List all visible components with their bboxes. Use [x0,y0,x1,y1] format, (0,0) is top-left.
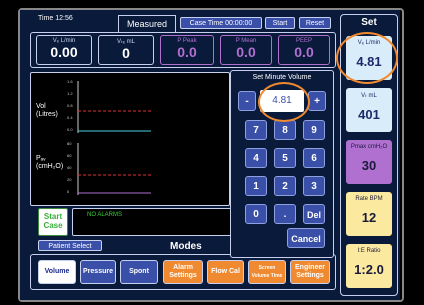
set-tile-label: Rate BPM [355,196,383,202]
measured-tile: PEEP 0.0 [278,35,330,65]
measured-label: Vₜₑ mL [116,39,135,45]
waveform-graph [77,81,151,195]
set-tile-label: Pmax cmH₂O [350,144,388,150]
set-tile-label: Vₜ mL [361,93,377,99]
key-6[interactable]: 6 [303,148,325,168]
key-5[interactable]: 5 [274,148,296,168]
key-1[interactable]: 1 [245,176,267,196]
reset-button[interactable]: Reset [299,17,331,29]
modes-title: Modes [170,241,202,252]
mode-flow-cal-button[interactable]: Flow Cal [207,260,244,284]
set-tile[interactable]: Vₜ mL 401 [346,88,392,132]
measured-tile: P Peak 0.0 [160,35,214,65]
measured-tile: Vₑ L/min 0.00 [36,35,92,65]
mode-alarm-settings-button[interactable]: Alarm Settings [163,260,203,284]
cancel-button[interactable]: Cancel [287,228,325,248]
alarm-text: NO ALARMS [87,212,123,218]
mode-engineer-settings-button[interactable]: Engineer Settings [290,260,330,284]
key-9[interactable]: 9 [303,120,325,140]
mode-volume-button[interactable]: Volume [38,260,76,284]
case-time: Case Time 00:00:00 [180,17,262,29]
clock: Time 12:56 [38,15,73,22]
set-tile-value: 30 [361,158,377,173]
measured-value: 0.0 [294,44,314,60]
measured-value: 0.00 [50,44,78,60]
start-case-button[interactable]: Start Case [38,208,68,236]
set-tile-label: I:E Ratio [357,248,381,254]
measured-value: 0 [122,45,130,61]
patient-select-button[interactable]: Patient Select [38,240,102,251]
key-8[interactable]: 8 [274,120,296,140]
key-2[interactable]: 2 [274,176,296,196]
measured-tile: P Mean 0.0 [220,35,272,65]
set-tile-value: 1:2.0 [354,262,384,277]
measured-value: 0.0 [177,44,197,60]
set-title: Set [361,17,377,28]
waveform-panel: Vol (Litres) Pₐᵥ (cmH₂O) 1.6 1.2 0.8 0.4 0.0… [30,72,230,206]
mode-pressure-button[interactable]: Pressure [80,260,116,284]
delete-key[interactable]: Del [303,204,325,224]
highlight-circle-keypad [258,82,310,122]
alarm-box: NO ALARMS [72,208,232,236]
set-tile[interactable]: Rate BPM 12 [346,192,392,236]
key-3[interactable]: 3 [303,176,325,196]
set-tile-value: 12 [361,210,377,225]
key-7[interactable]: 7 [245,120,267,140]
decrement-button[interactable]: - [238,91,256,111]
decimal-key[interactable]: . [274,204,296,224]
key-0[interactable]: 0 [245,204,267,224]
tab-measured[interactable]: Measured [118,15,176,32]
keypad-title: Set Minute Volume [252,74,312,81]
start-button[interactable]: Start [265,17,295,29]
mode-spont-button[interactable]: Spont [120,260,158,284]
measured-tile: Vₜₑ mL 0 [98,35,154,65]
start-case-label-2: Case [43,221,63,230]
start-case-label-1: Start [43,212,63,221]
set-tile[interactable]: Pmax cmH₂O 30 [346,140,392,184]
set-tile[interactable]: I:E Ratio 1:2.0 [346,244,392,288]
highlight-circle-set [336,32,398,84]
key-4[interactable]: 4 [245,148,267,168]
mode-screen-volume-time-button[interactable]: Screen Volume Time [248,260,286,284]
measured-value: 0.0 [236,44,256,60]
increment-button[interactable]: + [308,91,326,111]
set-tile-value: 401 [358,107,380,122]
